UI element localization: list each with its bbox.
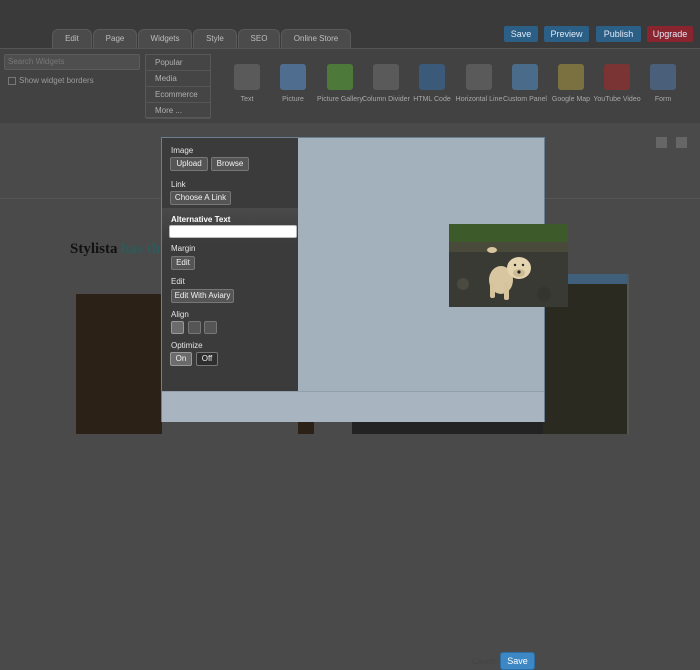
optimize-on-button[interactable]: On	[170, 352, 192, 366]
margin-edit-button[interactable]: Edit	[171, 256, 195, 270]
link-section-label: Link	[171, 180, 186, 189]
tab-widgets[interactable]: Widgets	[138, 29, 192, 48]
choose-link-button[interactable]: Choose A Link	[170, 191, 231, 205]
preview-button[interactable]: Preview	[544, 26, 589, 42]
align-right-button[interactable]	[204, 321, 217, 334]
tab-edit[interactable]: Edit	[52, 29, 92, 48]
edit-with-aviary-button[interactable]: Edit With Aviary	[171, 289, 234, 303]
category-popular[interactable]: Popular	[146, 55, 210, 71]
alt-text-label: Alternative Text	[171, 215, 231, 224]
dog-photo[interactable]	[449, 224, 568, 307]
search-widgets-input[interactable]: Search Widgets	[4, 54, 140, 70]
category-more[interactable]: More ...	[146, 103, 210, 119]
widget-horizontal-line[interactable]: Horizontal Line	[455, 64, 503, 103]
custom-panel-icon	[512, 64, 538, 90]
gallery-widget-icon	[327, 64, 353, 90]
save-button[interactable]: Save	[504, 26, 538, 42]
column-divider-icon	[373, 64, 399, 90]
edit-section-label: Edit	[171, 277, 185, 286]
show-borders-toggle[interactable]: Show widget borders	[8, 76, 94, 85]
tab-online-store[interactable]: Online Store	[281, 29, 351, 48]
widget-picture-gallery[interactable]: Picture Gallery	[316, 64, 364, 103]
dialog-save-button[interactable]: Save	[500, 652, 535, 670]
widget-form[interactable]: Form	[639, 64, 687, 103]
horizontal-line-icon	[466, 64, 492, 90]
image-settings-dialog: Image Upload Browse Link Choose A Link A…	[161, 137, 568, 670]
align-center-button[interactable]	[188, 321, 201, 334]
upgrade-button[interactable]: Upgrade	[647, 26, 693, 42]
layout-icon[interactable]	[676, 137, 687, 148]
checkbox-icon[interactable]	[8, 76, 16, 85]
widget-google-map[interactable]: Google Map	[547, 64, 595, 103]
image-preview-area	[299, 138, 568, 391]
upload-button[interactable]: Upload	[170, 157, 208, 171]
youtube-icon	[604, 64, 630, 90]
publish-button[interactable]: Publish	[596, 26, 641, 42]
html-code-icon	[419, 64, 445, 90]
category-media[interactable]: Media	[146, 71, 210, 87]
widget-youtube-video[interactable]: YouTube Video	[593, 64, 641, 103]
form-icon	[650, 64, 676, 90]
browse-button[interactable]: Browse	[211, 157, 249, 171]
dialog-footer: Cancel Save	[162, 391, 544, 670]
category-ecommerce[interactable]: Ecommerce	[146, 87, 210, 103]
optimize-section-label: Optimize	[171, 341, 203, 350]
widget-categories: Popular Media Ecommerce More ...	[145, 54, 211, 119]
tab-style[interactable]: Style	[193, 29, 237, 48]
page-heading[interactable]: Stylista has th	[70, 241, 160, 258]
tab-page[interactable]: Page	[93, 29, 137, 48]
alt-text-input[interactable]	[169, 225, 297, 238]
cancel-button[interactable]: Cancel	[472, 657, 497, 666]
text-widget-icon	[234, 64, 260, 90]
show-borders-label: Show widget borders	[19, 76, 94, 85]
widget-text[interactable]: Text	[223, 64, 271, 103]
gallery-image-left[interactable]	[76, 294, 162, 434]
map-icon	[558, 64, 584, 90]
tab-seo[interactable]: SEO	[238, 29, 280, 48]
widget-picture[interactable]: Picture	[269, 64, 317, 103]
widget-html-code[interactable]: HTML Code	[408, 64, 456, 103]
image-section-label: Image	[171, 146, 194, 155]
picture-widget-icon	[280, 64, 306, 90]
margin-section-label: Margin	[171, 244, 196, 253]
widget-custom-panel[interactable]: Custom Panel	[501, 64, 549, 103]
align-left-button[interactable]	[171, 321, 184, 334]
widget-column-divider[interactable]: Column Divider	[362, 64, 410, 103]
image-settings-sidebar: Image Upload Browse Link Choose A Link A…	[162, 138, 298, 391]
settings-icon[interactable]	[656, 137, 667, 148]
align-section-label: Align	[171, 310, 189, 319]
optimize-off-button[interactable]: Off	[196, 352, 218, 366]
